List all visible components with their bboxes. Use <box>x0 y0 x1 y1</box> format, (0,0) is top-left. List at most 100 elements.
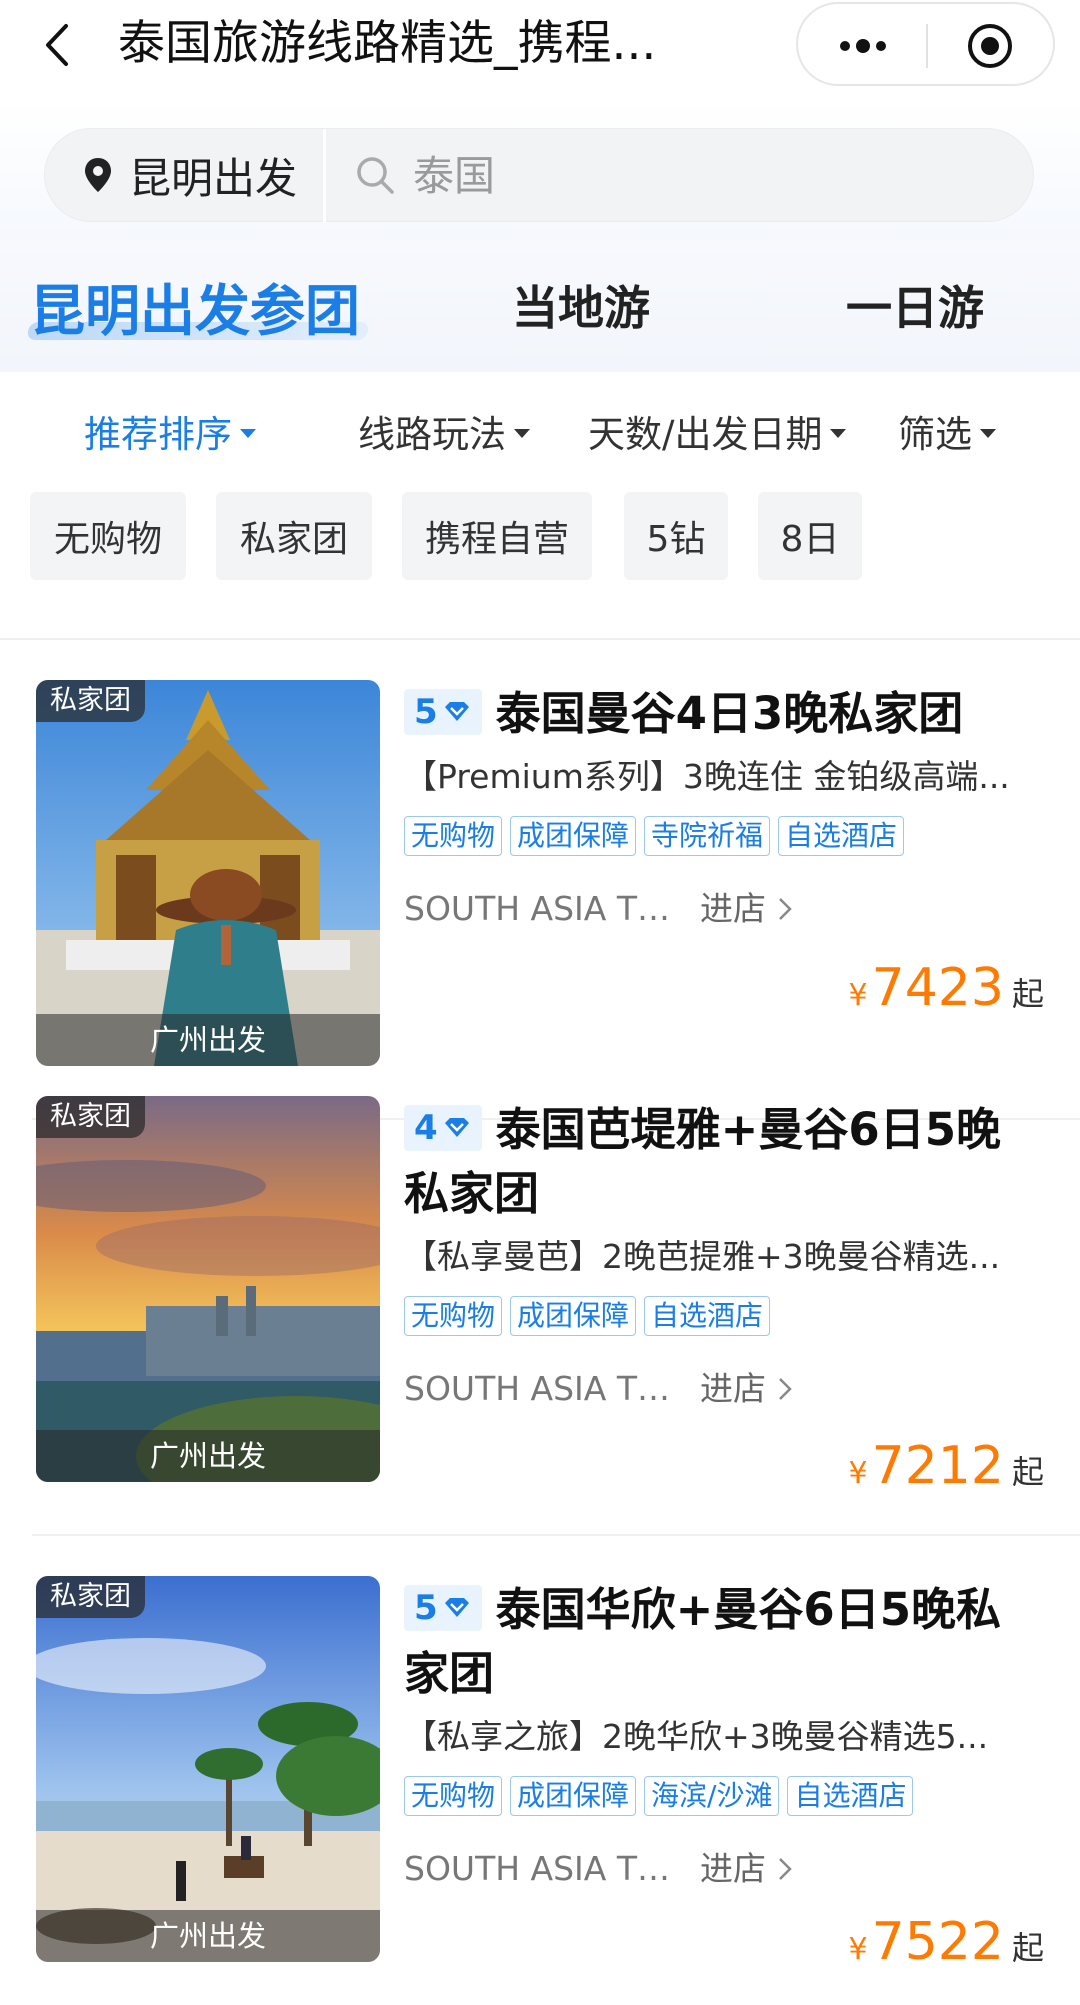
heart-diamond-icon <box>444 1598 469 1617</box>
search-section: 昆明出发 <box>0 100 1080 240</box>
product-tags: 无购物 成团保障 海滨/沙滩 自选酒店 <box>404 1776 1044 1816</box>
product-tag: 成团保障 <box>510 1296 637 1336</box>
product-card[interactable]: 私家团 广州出发 5 泰国华欣+曼谷6日5晚私家团 【私享之旅】2晚华欣+3晚曼谷… <box>0 1536 1080 2005</box>
private-group-badge: 私家团 <box>36 680 145 722</box>
caret-down-icon <box>240 428 256 438</box>
departure-city-selector[interactable]: 昆明出发 <box>83 145 297 205</box>
product-card[interactable]: 私家团 广州出发 5 泰国曼谷4日3晚私家团 【Premium系列】3晚连住 金铂… <box>0 640 1080 1120</box>
tab-day-tour[interactable]: 一日游 <box>846 272 984 338</box>
enter-store-label: 进店 <box>700 1369 766 1408</box>
vendor-row: SOUTH ASIA TR... 进店 <box>404 1366 1044 1412</box>
filter-sort[interactable]: 推荐排序 <box>84 404 256 458</box>
product-tag: 自选酒店 <box>644 1296 771 1336</box>
diamond-rating-badge: 5 <box>404 689 482 735</box>
tab-local-tour[interactable]: 当地游 <box>512 272 650 338</box>
pattaya-sunset-image <box>36 1096 380 1482</box>
product-info: 5 泰国华欣+曼谷6日5晚私家团 【私享之旅】2晚华欣+3晚曼谷精选5... 无购… <box>404 1578 1044 1892</box>
chevron-right-icon <box>779 1858 792 1880</box>
product-tag: 寺院祈福 <box>644 816 771 856</box>
price-value: 7423 <box>871 958 1004 1018</box>
price-row: ¥ 7212 起 <box>849 1436 1044 1496</box>
private-group-badge: 私家团 <box>36 1096 145 1138</box>
category-tabs: 昆明出发参团 当地游 一日游 <box>0 240 1080 372</box>
currency-symbol: ¥ <box>848 978 868 1013</box>
diamond-level: 4 <box>414 1108 438 1148</box>
product-subtitle: 【Premium系列】3晚连住 金铂级高端... <box>404 757 1010 796</box>
departure-caption: 广州出发 <box>36 1910 380 1962</box>
caret-down-icon <box>514 428 530 438</box>
more-dots-icon[interactable] <box>833 32 893 60</box>
quick-filter-chips: 无购物 私家团 携程自营 5钻 8日 <box>0 482 1080 592</box>
capsule-divider <box>926 24 928 68</box>
enter-store-label: 进店 <box>700 889 766 928</box>
diamond-level: 5 <box>414 692 438 732</box>
price-value: 7212 <box>871 1436 1004 1496</box>
product-tag: 自选酒店 <box>778 816 905 856</box>
vendor-row: SOUTH ASIA TR... 进店 <box>404 1846 1044 1892</box>
enter-store-link[interactable]: 进店 <box>700 1366 794 1412</box>
enter-store-label: 进店 <box>700 1849 766 1888</box>
vendor-name: SOUTH ASIA TR... <box>404 1849 684 1888</box>
search-bar: 昆明出发 <box>44 128 1034 223</box>
page-title: 泰国旅游线路精选_携程... <box>118 16 657 71</box>
chip-no-shopping[interactable]: 无购物 <box>30 492 186 580</box>
product-tags: 无购物 成团保障 自选酒店 <box>404 1296 1044 1336</box>
product-thumbnail: 私家团 广州出发 <box>36 680 380 1066</box>
diamond-rating-badge: 4 <box>404 1105 482 1151</box>
product-thumbnail: 私家团 广州出发 <box>36 1576 380 1962</box>
filter-label: 推荐排序 <box>84 413 232 456</box>
enter-store-link[interactable]: 进店 <box>700 886 794 932</box>
huahin-beach-image <box>36 1576 380 1962</box>
product-subtitle: 【私享曼芭】2晚芭提雅+3晚曼谷精选... <box>404 1237 1001 1276</box>
filter-route-type[interactable]: 线路玩法 <box>358 404 530 458</box>
product-title: 泰国曼谷4日3晚私家团 <box>495 687 964 740</box>
heart-diamond-icon <box>444 702 469 721</box>
enter-store-link[interactable]: 进店 <box>700 1846 794 1892</box>
product-tags: 无购物 成团保障 寺院祈福 自选酒店 <box>404 816 1044 856</box>
location-pin-icon <box>85 158 111 192</box>
price-row: ¥ 7522 起 <box>849 1912 1044 1972</box>
product-title-line: 4 泰国芭堤雅+曼谷6日5晚私家团 <box>404 1098 1044 1226</box>
vendor-name: SOUTH ASIA TR... <box>404 889 684 928</box>
filter-days-date[interactable]: 天数/出发日期 <box>588 404 847 458</box>
diamond-level: 5 <box>414 1588 438 1628</box>
back-icon[interactable] <box>38 20 78 70</box>
filter-label: 线路玩法 <box>358 413 506 456</box>
heart-diamond-icon <box>444 1118 469 1137</box>
price-suffix: 起 <box>1011 1929 1044 1967</box>
record-circle-icon[interactable] <box>966 22 1014 70</box>
chip-5-diamond[interactable]: 5钻 <box>624 492 728 580</box>
chevron-right-icon <box>779 898 792 920</box>
search-input[interactable] <box>413 147 973 205</box>
product-tag: 成团保障 <box>510 816 637 856</box>
diamond-rating-badge: 5 <box>404 1585 482 1631</box>
vendor-name: SOUTH ASIA TR... <box>404 1369 684 1408</box>
product-tag: 无购物 <box>404 816 503 856</box>
filter-more[interactable]: 筛选 <box>898 404 996 458</box>
chip-8-days[interactable]: 8日 <box>758 492 862 580</box>
price-suffix: 起 <box>1011 1453 1044 1491</box>
price-row: ¥ 7423 起 <box>849 958 1044 1018</box>
product-tag: 成团保障 <box>510 1776 637 1816</box>
chip-private-group[interactable]: 私家团 <box>216 492 372 580</box>
caret-down-icon <box>830 428 847 438</box>
search-icon <box>357 157 394 194</box>
filter-label: 天数/出发日期 <box>588 413 823 456</box>
product-tag: 自选酒店 <box>787 1776 914 1816</box>
bangkok-temple-image <box>36 680 380 1066</box>
private-group-badge: 私家团 <box>36 1576 145 1618</box>
product-tag: 无购物 <box>404 1776 503 1816</box>
product-title-line: 5 泰国华欣+曼谷6日5晚私家团 <box>404 1578 1044 1706</box>
product-thumbnail: 私家团 广州出发 <box>36 1096 380 1482</box>
departure-city-label: 昆明出发 <box>129 153 298 203</box>
tab-kunming-group[interactable]: 昆明出发参团 <box>30 266 360 346</box>
currency-symbol: ¥ <box>848 1456 868 1491</box>
filter-bar: 推荐排序 线路玩法 天数/出发日期 筛选 <box>0 372 1080 482</box>
price-value: 7522 <box>871 1912 1004 1972</box>
product-card[interactable]: 私家团 广州出发 4 泰国芭堤雅+曼谷6日5晚私家团 【私享曼芭】2晚芭提雅+3晚… <box>0 1056 1080 1536</box>
chevron-right-icon <box>779 1378 792 1400</box>
product-title: 泰国华欣+曼谷6日5晚私家团 <box>404 1583 1001 1700</box>
currency-symbol: ¥ <box>848 1932 868 1967</box>
filter-label: 筛选 <box>898 413 972 456</box>
chip-ctrip-self-operated[interactable]: 携程自营 <box>402 492 592 580</box>
